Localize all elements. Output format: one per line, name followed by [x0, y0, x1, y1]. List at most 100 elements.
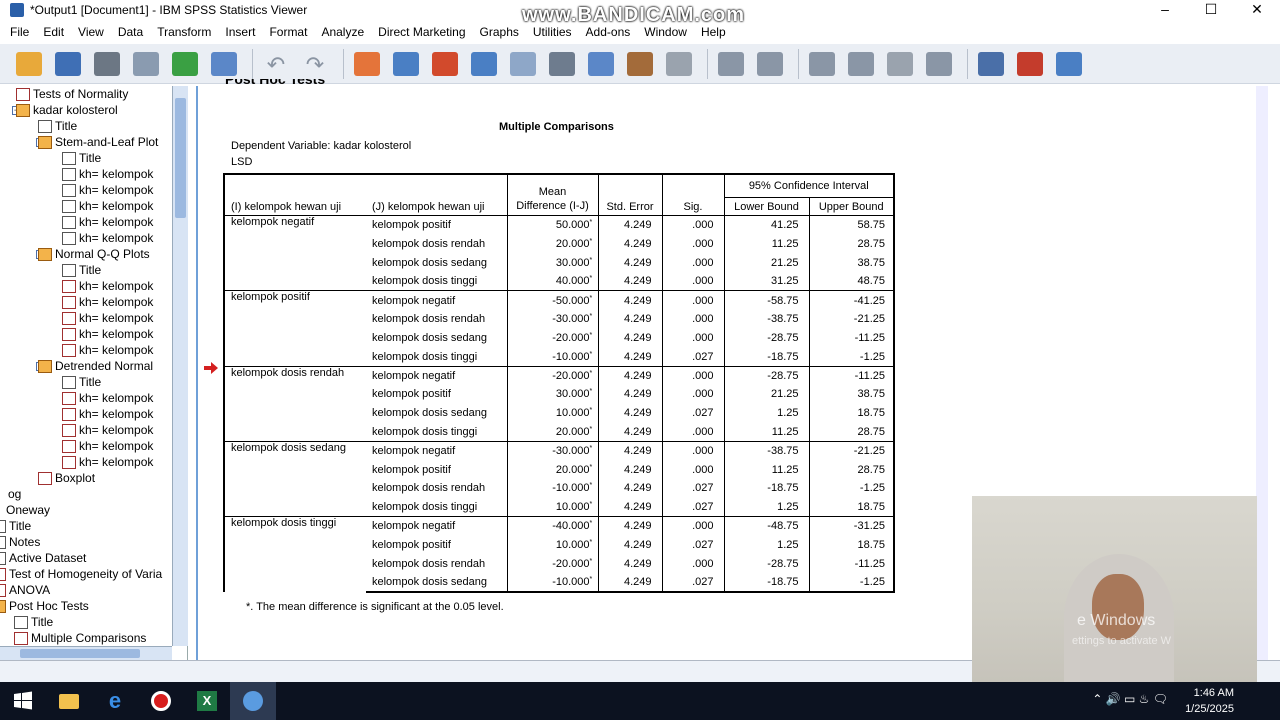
outline-item[interactable]: Title — [14, 614, 53, 630]
promote-button[interactable] — [714, 49, 748, 79]
clock[interactable]: 1:46 AM 1/25/2025 — [1185, 685, 1234, 717]
expand-button[interactable] — [805, 49, 839, 79]
export-button[interactable] — [168, 49, 202, 79]
outline-item[interactable]: Oneway — [6, 502, 50, 518]
outline-item[interactable]: kh= kelompok — [62, 390, 153, 406]
recall-dialog-button[interactable] — [207, 49, 241, 79]
outline-item[interactable]: kh= kelompok — [62, 454, 153, 470]
outline-item[interactable]: kh= kelompok — [62, 438, 153, 454]
outline-item[interactable]: kh= kelompok — [62, 166, 153, 182]
print-preview-button[interactable] — [129, 49, 163, 79]
insert-text-button[interactable] — [1052, 49, 1086, 79]
collapse-button[interactable] — [844, 49, 878, 79]
goto-data-button[interactable] — [350, 49, 384, 79]
outline-horizontal-scrollbar[interactable] — [0, 646, 172, 660]
cell-sig: .000 — [661, 365, 724, 385]
outline-item[interactable]: kh= kelompok — [62, 326, 153, 342]
demote-button[interactable] — [753, 49, 787, 79]
outline-item[interactable]: ANOVA — [0, 582, 50, 598]
menu-data[interactable]: Data — [118, 25, 143, 39]
menu-analyze[interactable]: Analyze — [321, 25, 364, 39]
outline-item[interactable]: Notes — [0, 534, 40, 550]
outline-item[interactable]: kadar kolosterol — [16, 102, 118, 118]
outline-item[interactable]: kh= kelompok — [62, 422, 153, 438]
outline-item[interactable]: Detrended Normal — [38, 358, 153, 374]
outline-item[interactable]: Title — [62, 262, 101, 278]
outline-vertical-scrollbar[interactable] — [172, 86, 188, 646]
pane-splitter[interactable] — [188, 86, 196, 660]
multiple-comparisons-table[interactable]: (I) kelompok hewan uji (J) kelompok hewa… — [223, 173, 895, 593]
maximize-button[interactable]: ☐ — [1188, 0, 1234, 20]
split-file-icon — [588, 51, 614, 76]
redo-button[interactable]: ↷ — [298, 49, 332, 79]
menu-direct-marketing[interactable]: Direct Marketing — [378, 25, 465, 39]
menu-file[interactable]: File — [10, 25, 29, 39]
outline-item[interactable]: Title — [62, 150, 101, 166]
outline-item[interactable]: Post Hoc Tests — [0, 598, 89, 614]
content-vertical-scrollbar[interactable] — [1256, 86, 1268, 660]
edge-button[interactable]: e — [92, 682, 138, 720]
outline-item[interactable]: kh= kelompok — [62, 310, 153, 326]
value-labels-button[interactable] — [623, 49, 657, 79]
menu-format[interactable]: Format — [269, 25, 307, 39]
outline-item[interactable]: Normal Q-Q Plots — [38, 246, 150, 262]
split-file-button[interactable] — [584, 49, 618, 79]
menu-window[interactable]: Window — [644, 25, 687, 39]
outline-item[interactable]: kh= kelompok — [62, 182, 153, 198]
scroll-thumb[interactable] — [175, 98, 186, 218]
outline-item[interactable]: kh= kelompok — [62, 294, 153, 310]
insert-heading-button[interactable] — [974, 49, 1008, 79]
minimize-button[interactable]: – — [1142, 0, 1188, 20]
outline-item[interactable]: Title — [0, 518, 31, 534]
outline-item[interactable]: kh= kelompok — [62, 406, 153, 422]
start-button[interactable] — [0, 682, 46, 720]
close-button[interactable]: ✕ — [1234, 0, 1280, 20]
cell-upper-bound: -11.25 — [808, 365, 895, 385]
outline-item[interactable]: Multiple Comparisons — [14, 630, 146, 646]
menu-insert[interactable]: Insert — [225, 25, 255, 39]
variables-button[interactable] — [467, 49, 501, 79]
designate-window-button[interactable] — [662, 49, 696, 79]
menu-utilities[interactable]: Utilities — [533, 25, 572, 39]
outline-item[interactable]: kh= kelompok — [62, 230, 153, 246]
outline-item[interactable]: Title — [62, 374, 101, 390]
page-icon — [38, 119, 52, 133]
undo-button[interactable]: ↶ — [259, 49, 293, 79]
outline-item[interactable]: Boxplot — [38, 470, 95, 486]
menu-graphs[interactable]: Graphs — [480, 25, 519, 39]
weight-button[interactable] — [545, 49, 579, 79]
outline-item[interactable]: kh= kelompok — [62, 214, 153, 230]
cell-sig: .000 — [661, 328, 724, 348]
menu-view[interactable]: View — [78, 25, 104, 39]
goto-case-button[interactable] — [389, 49, 423, 79]
goto-variable-button[interactable] — [428, 49, 462, 79]
outline-item[interactable]: kh= kelompok — [62, 342, 153, 358]
bandicam-button[interactable] — [138, 682, 184, 720]
hide-button[interactable] — [922, 49, 956, 79]
outline-item[interactable]: Title — [38, 118, 77, 134]
excel-button[interactable]: X — [184, 682, 230, 720]
outline-item[interactable]: Active Dataset — [0, 550, 86, 566]
file-explorer-button[interactable] — [46, 682, 92, 720]
scroll-thumb[interactable] — [20, 649, 140, 658]
outline-item[interactable]: Tests of Normality — [16, 86, 128, 102]
outline-item[interactable]: Test of Homogeneity of Varia — [0, 566, 162, 582]
outline-item-label: kh= kelompok — [79, 439, 154, 453]
outline-item[interactable]: og — [8, 486, 21, 502]
cell-mean-difference: -20.000 * — [506, 328, 598, 348]
insert-title-button[interactable] — [1013, 49, 1047, 79]
menu-edit[interactable]: Edit — [43, 25, 64, 39]
menu-transform[interactable]: Transform — [157, 25, 211, 39]
select-cases-button[interactable] — [506, 49, 540, 79]
menu-add-ons[interactable]: Add-ons — [586, 25, 631, 39]
open-button[interactable] — [12, 49, 46, 79]
system-tray[interactable]: ⌃ 🔊 ▭ ♨ 🗨 — [1092, 692, 1168, 706]
menu-help[interactable]: Help — [701, 25, 726, 39]
outline-item[interactable]: kh= kelompok — [62, 198, 153, 214]
print-button[interactable] — [90, 49, 124, 79]
save-button[interactable] — [51, 49, 85, 79]
spss-taskbar-button[interactable] — [230, 682, 276, 720]
show-button[interactable] — [883, 49, 917, 79]
outline-item[interactable]: Stem-and-Leaf Plot — [38, 134, 158, 150]
outline-item[interactable]: kh= kelompok — [62, 278, 153, 294]
